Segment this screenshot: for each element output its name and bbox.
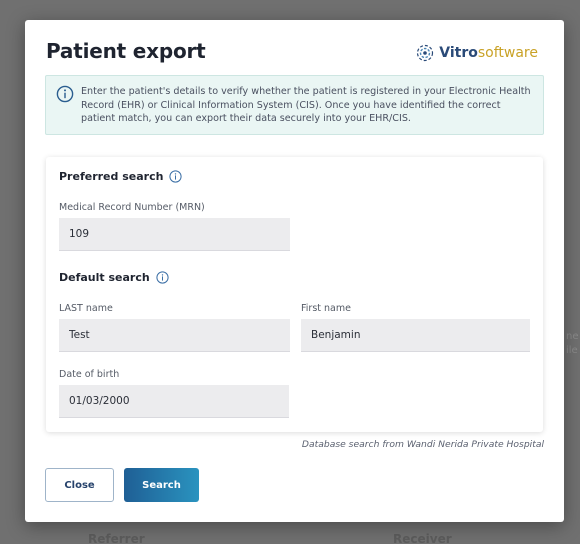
info-circle-icon xyxy=(56,85,74,103)
database-source-note: Database search from Wandi Nerida Privat… xyxy=(301,439,544,450)
info-banner-text: Enter the patient's details to verify wh… xyxy=(81,86,531,125)
vitro-swirl-icon xyxy=(417,44,434,62)
mrn-label: Medical Record Number (MRN) xyxy=(59,202,205,213)
logo-word-software: software xyxy=(477,45,538,61)
preferred-search-title: Preferred search xyxy=(59,170,164,183)
default-search-info-icon[interactable] xyxy=(156,271,169,284)
mrn-input[interactable] xyxy=(59,218,290,251)
preferred-search-info-icon[interactable] xyxy=(169,170,183,183)
patient-export-dialog: Patient export Vitro software Enter the p… xyxy=(25,20,564,522)
default-search-title: Default search xyxy=(59,271,150,284)
first-name-label: First name xyxy=(301,303,351,314)
default-search-heading: Default search xyxy=(59,271,169,284)
last-name-label: LAST name xyxy=(59,303,113,314)
last-name-input[interactable] xyxy=(59,319,290,352)
search-button[interactable]: Search xyxy=(124,468,199,502)
first-name-input[interactable] xyxy=(301,319,530,352)
vitrosoftware-logo: Vitro software xyxy=(415,42,538,64)
search-form-card: Preferred search Medical Record Number (… xyxy=(46,157,543,432)
close-button[interactable]: Close xyxy=(45,468,114,502)
preferred-search-heading: Preferred search xyxy=(59,170,183,183)
date-of-birth-label: Date of birth xyxy=(59,369,120,380)
date-of-birth-input[interactable] xyxy=(59,385,289,418)
background-side-text: ne ile xyxy=(566,331,579,356)
background-referrer-label: Referrer xyxy=(88,532,145,544)
dialog-title: Patient export xyxy=(46,39,206,63)
background-receiver-label: Receiver xyxy=(393,532,452,544)
info-banner: Enter the patient's details to verify wh… xyxy=(45,75,544,135)
logo-word-vitro: Vitro xyxy=(439,45,478,61)
